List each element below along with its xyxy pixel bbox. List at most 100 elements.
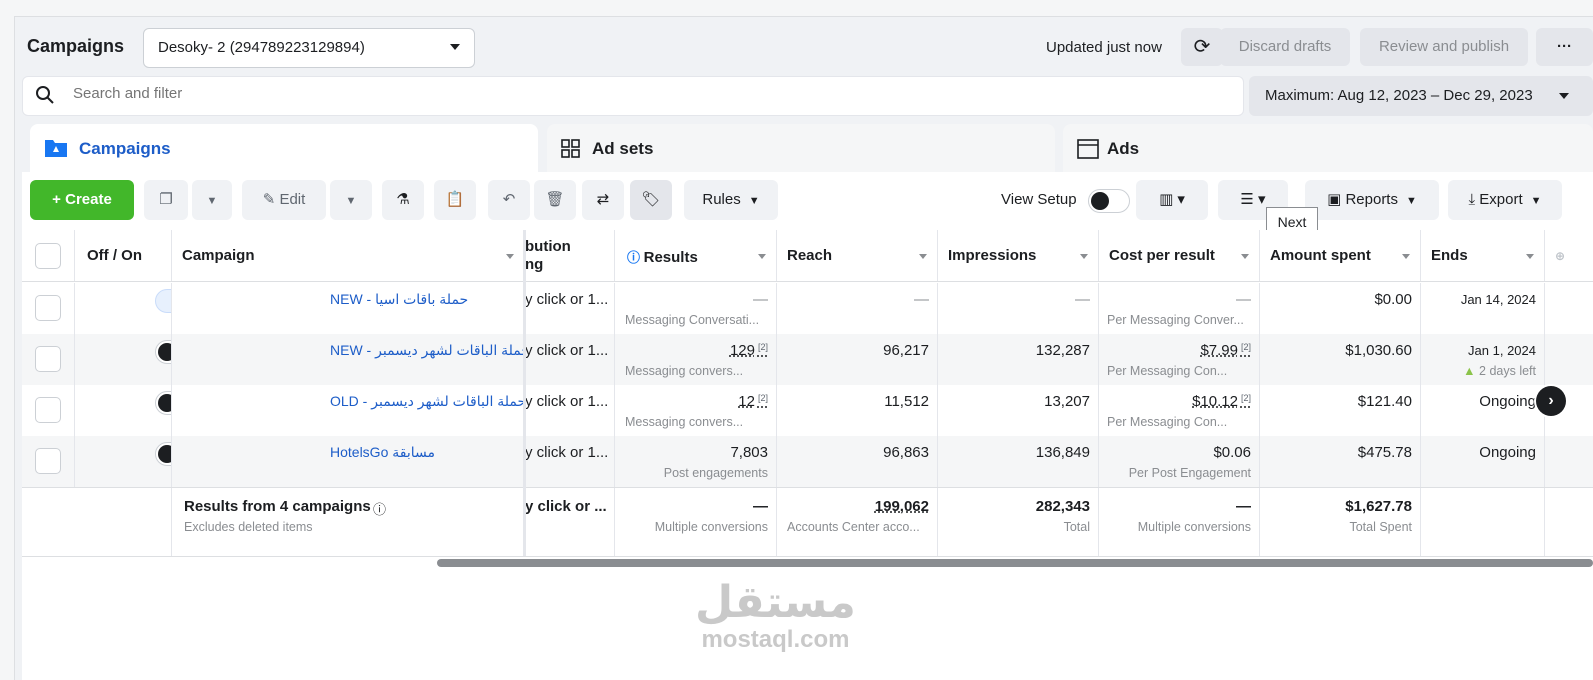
spent-cell: $1,030.60 [1260,334,1421,385]
header-campaign[interactable]: Campaign [172,230,525,281]
table-row[interactable]: مسابقة HotelsGo y click or 1... 7,803 Post … [22,436,1593,487]
more-options-button[interactable]: ··· [1536,28,1593,66]
header-reach-label: Reach [787,247,833,264]
trash-icon: 🗑 [545,191,565,208]
duplicate-dropdown[interactable]: ▼ [192,180,232,220]
search-bar [22,76,1244,116]
rules-label: Rules [702,191,741,208]
select-cell [22,334,75,385]
header-off-on: Off / On [75,230,172,281]
reports-button[interactable]: ▣ Reports ▼ [1305,180,1439,220]
header-ends[interactable]: Ends [1421,230,1545,281]
reach-cell: 96,217 [777,334,938,385]
view-setup-toggle[interactable] [1088,189,1130,213]
scroll-right-button[interactable]: › [1536,386,1566,416]
tag-button[interactable]: 🏷 [630,180,672,220]
refresh-icon: ⟳ [1193,36,1211,58]
header-ends-label: Ends [1431,247,1468,264]
spent-value: $475.78 [1357,444,1412,461]
table-row[interactable]: حملة باقات اسيا - NEW y click or 1... — Mes… [22,283,1593,334]
date-range-label: Maximum: Aug 12, 2023 – Dec 29, 2023 [1265,87,1533,104]
campaign-name-link[interactable]: حملة الباقات لشهر ديسمبر - OLD [330,393,524,410]
sort-icon [919,254,927,259]
campaign-name-link[interactable]: حملة باقات اسيا - NEW [330,291,468,308]
reach-cell: 11,512 [777,385,938,436]
campaign-toggle[interactable] [155,289,171,313]
watermark: مستقل mostaql.com [695,580,856,654]
review-publish-button[interactable]: Review and publish [1360,28,1528,66]
spent-value: $0.00 [1374,291,1412,308]
header-add-column[interactable]: ⊕ [1545,230,1593,281]
ends-cell: Ongoing [1421,436,1545,487]
header-amount-spent[interactable]: Amount spent [1260,230,1421,281]
edit-button[interactable]: ✎ Edit [242,180,326,220]
sort-icon [1402,254,1410,259]
header-reach[interactable]: Reach [777,230,938,281]
row-checkbox[interactable] [35,295,61,321]
header-results[interactable]: ⓘ Results [615,230,777,281]
ends-value: Ongoing [1479,444,1536,461]
ab-test-button[interactable]: ⚗ [382,180,424,220]
campaign-toggle[interactable] [155,442,171,466]
ends-cell: Jan 1, 2024 ▲ 2 days left [1421,334,1545,385]
create-button[interactable]: + Create [30,180,134,220]
header-attribution[interactable]: bution ng [525,230,615,281]
tab-ad-sets[interactable]: Ad sets [547,124,1055,176]
results-value: — [753,291,768,308]
export-button[interactable]: ⤓ Export ▼ [1448,180,1562,220]
tab-ads-label: Ads [1107,139,1140,158]
tab-ads[interactable]: Ads [1063,124,1593,176]
campaign-name-link[interactable]: مسابقة HotelsGo [330,444,435,461]
rules-button[interactable]: Rules ▼ [684,180,778,220]
duplicate-button[interactable]: ❐ [144,180,188,220]
toggle-knob [158,394,171,412]
results-cell: — Messaging Conversati... [615,283,777,334]
chevron-down-icon: ▼ [206,195,218,207]
impressions-cell: 13,207 [938,385,1099,436]
horizontal-scrollbar[interactable] [437,559,1593,567]
select-all-checkbox[interactable] [35,243,61,269]
campaign-name-link[interactable]: حملة الباقات لشهر ديسمبر - NEW [330,342,524,359]
campaign-toggle[interactable] [155,391,171,415]
clipboard-button[interactable]: 📋 [434,180,476,220]
cpr-value: $0.06 [1213,444,1251,461]
refresh-button[interactable]: ⟳ [1181,28,1223,66]
undo-button[interactable]: ↶ [488,180,530,220]
spent-cell: $475.78 [1260,436,1421,487]
toggle-cell [75,283,172,334]
search-input[interactable] [73,85,673,102]
preview-button[interactable]: ⇄ [582,180,624,220]
date-range-selector[interactable]: Maximum: Aug 12, 2023 – Dec 29, 2023 [1249,76,1593,116]
ends-value: Jan 14, 2024 [1460,292,1536,307]
row-checkbox[interactable] [35,448,61,474]
ends-value: Ongoing [1479,393,1536,410]
campaign-toggle[interactable] [155,340,171,364]
tab-campaigns-label: Campaigns [79,139,171,158]
chevron-down-icon: ▼ [748,195,760,207]
chevron-down-icon: ▼ [1530,195,1542,207]
table-row[interactable]: حملة الباقات لشهر ديسمبر - NEW y click or… [22,334,1593,385]
tab-campaigns[interactable]: Campaigns [30,124,538,176]
delete-button[interactable]: 🗑 [534,180,576,220]
tab-ad-sets-label: Ad sets [592,139,654,158]
row-checkbox[interactable] [35,397,61,423]
footnote-mark: [2] [757,342,768,352]
attribution-text: y click or 1... [525,393,609,410]
account-selector[interactable]: Desoky- 2 (294789223129894) [143,28,475,68]
cpr-cell: $7.99 [2] Per Messaging Con... [1099,334,1260,385]
tag-icon: 🏷 [641,191,661,208]
table-row[interactable]: حملة الباقات لشهر ديسمبر - OLD y click or… [22,385,1593,436]
columns-button[interactable]: ▥ ▾ [1136,180,1208,220]
reach-value: — [914,291,929,308]
chevron-right-icon: › [1548,392,1554,409]
row-checkbox[interactable] [35,346,61,372]
results-value: 12 [738,393,755,410]
header-impressions[interactable]: Impressions [938,230,1099,281]
edit-dropdown[interactable]: ▼ [330,180,372,220]
cpr-cell: $10.12 [2] Per Messaging Con... [1099,385,1260,436]
cpr-value: — [1236,291,1251,308]
discard-drafts-button[interactable]: Discard drafts [1220,28,1350,66]
select-cell [22,283,75,334]
header-cpr-label: Cost per result [1109,247,1215,264]
header-cost-per-result[interactable]: Cost per result [1099,230,1260,281]
